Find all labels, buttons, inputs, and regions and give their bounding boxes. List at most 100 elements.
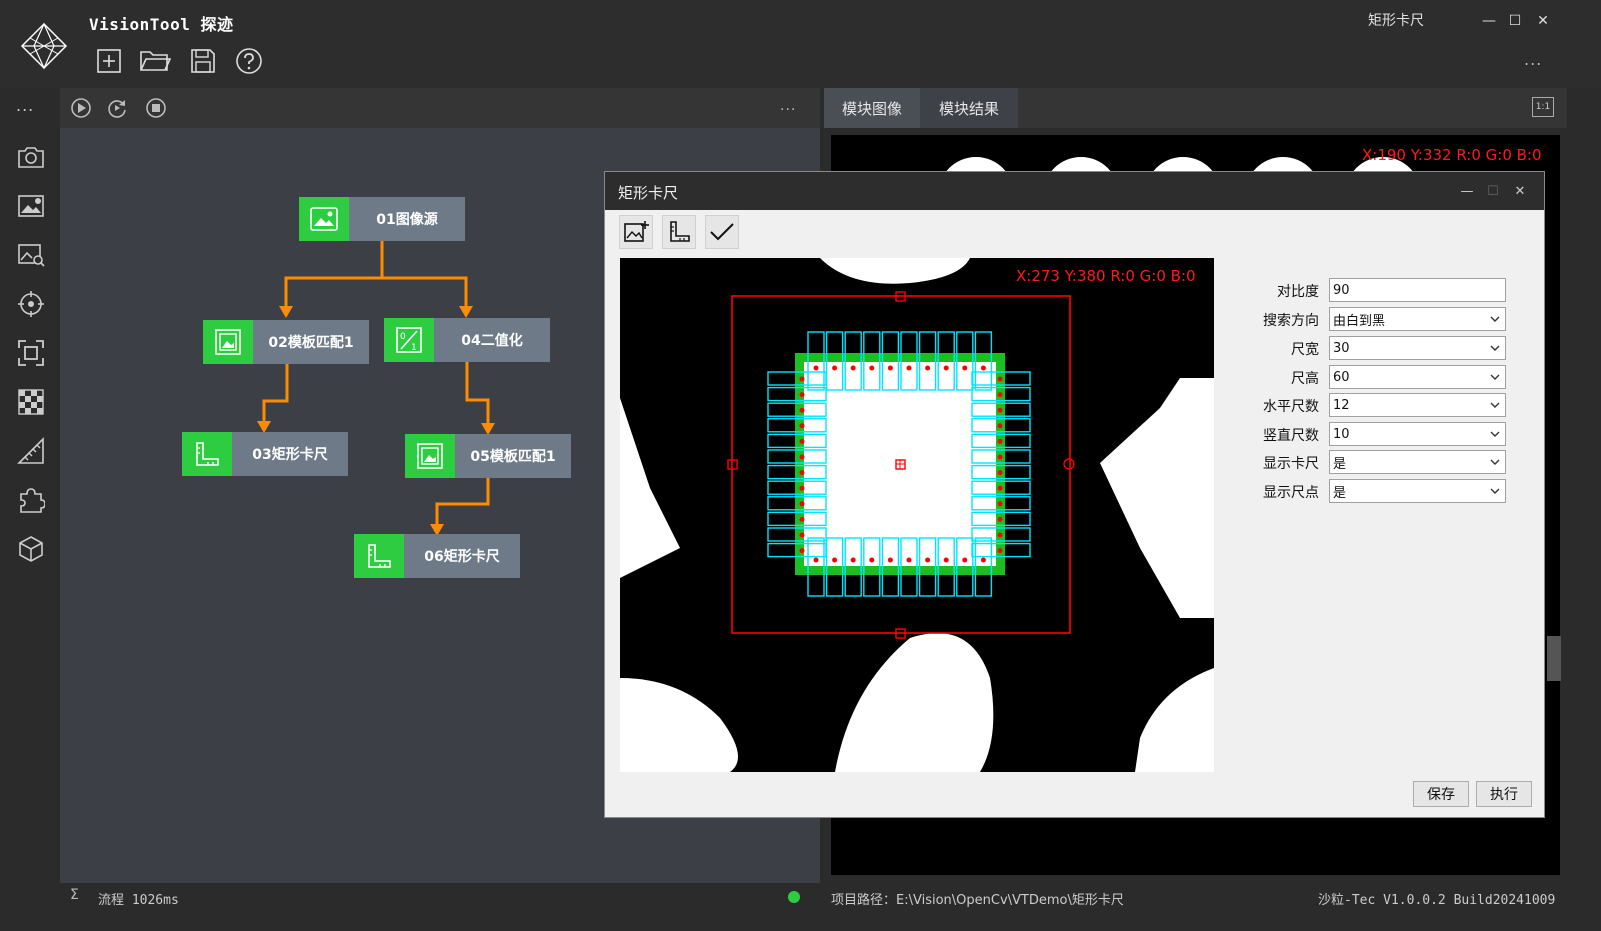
caliper-point xyxy=(943,365,949,371)
rect-caliper-dialog: 矩形卡尺 — ☐ ✕ X:273 Y:380 R:0 G:0 B:0 对比度 9… xyxy=(604,171,1545,818)
chevron-down-icon xyxy=(1490,402,1500,408)
right-pixel-readout: X:190 Y:332 R:0 G:0 B:0 xyxy=(1362,146,1542,164)
chevron-down-icon xyxy=(1490,316,1500,322)
prop-label: 对比度 xyxy=(1277,284,1319,300)
minimize-button[interactable]: — xyxy=(1476,9,1502,33)
caliper-point xyxy=(799,470,805,476)
caliper-point xyxy=(799,516,805,522)
prop-select[interactable]: 是 xyxy=(1329,450,1506,474)
image-edit-icon[interactable] xyxy=(14,189,48,223)
checker-icon[interactable] xyxy=(14,385,48,419)
prop-select[interactable]: 是 xyxy=(1329,479,1506,503)
measure-icon[interactable] xyxy=(14,434,48,468)
more-menu-button[interactable]: ... xyxy=(1524,50,1542,69)
version-label: 沙粒-Tec V1.0.0.2 Build20241009 xyxy=(1318,893,1556,908)
prop-select[interactable]: 12 xyxy=(1329,393,1506,417)
ruler-icon[interactable] xyxy=(662,215,696,249)
image-search-icon[interactable] xyxy=(14,238,48,272)
zoom-1to1-button[interactable]: 1:1 xyxy=(1532,97,1554,117)
flow-node-01[interactable]: 01图像源 xyxy=(299,197,465,241)
run-once-icon[interactable] xyxy=(69,96,93,120)
flow-node-label: 06矩形卡尺 xyxy=(404,534,520,578)
caliper-point xyxy=(980,365,986,371)
prop-label: 显示卡尺 xyxy=(1263,456,1319,472)
caliper-point xyxy=(799,423,805,429)
new-file-icon[interactable] xyxy=(92,44,126,78)
flow-more-button[interactable]: ... xyxy=(780,98,796,114)
prop-value: 是 xyxy=(1333,485,1347,501)
prop-select[interactable]: 60 xyxy=(1329,365,1506,389)
chevron-down-icon xyxy=(1490,345,1500,351)
caliper-point xyxy=(799,438,805,444)
save-button[interactable]: 保存 xyxy=(1413,781,1469,807)
app-window: VisionTool 探迹 矩形卡尺 — ☐ ✕ ... ... ... 01图… xyxy=(0,0,1601,931)
window-title: 矩形卡尺 xyxy=(1368,13,1424,29)
image-icon xyxy=(299,197,349,241)
caliper-point xyxy=(925,557,931,563)
flow-node-02[interactable]: 02模板匹配1 xyxy=(203,320,369,364)
flow-node-06[interactable]: 06矩形卡尺 xyxy=(354,534,520,578)
flow-node-03[interactable]: 03矩形卡尺 xyxy=(182,432,348,476)
prop-select[interactable]: 由白到黑 xyxy=(1329,307,1506,331)
ruler-icon xyxy=(182,432,232,476)
camera-icon[interactable] xyxy=(14,140,48,174)
prop-select[interactable]: 30 xyxy=(1329,336,1506,360)
caliper-point xyxy=(997,392,1003,398)
target-icon[interactable] xyxy=(14,287,48,321)
prop-select[interactable]: 10 xyxy=(1329,422,1506,446)
template-icon xyxy=(405,434,455,478)
nav-more-button[interactable]: ... xyxy=(16,96,34,115)
tab-module-image[interactable]: 模块图像 xyxy=(824,88,920,128)
prop-label: 尺宽 xyxy=(1291,342,1319,358)
caliper-point xyxy=(980,557,986,563)
caliper-overlay xyxy=(620,258,1214,772)
caliper-point xyxy=(997,438,1003,444)
maximize-button[interactable]: ☐ xyxy=(1502,9,1528,33)
prop-value: 10 xyxy=(1333,426,1350,442)
sigma-icon: Σ xyxy=(70,887,79,903)
scrollbar-thumb[interactable] xyxy=(1547,636,1561,681)
chevron-down-icon xyxy=(1490,459,1500,465)
save-icon[interactable] xyxy=(186,44,220,78)
focus-icon[interactable] xyxy=(14,336,48,370)
plugin-icon[interactable] xyxy=(14,483,48,517)
flow-node-05[interactable]: 05模板匹配1 xyxy=(405,434,571,478)
run-loop-icon[interactable] xyxy=(105,96,129,120)
dialog-maximize-button[interactable]: ☐ xyxy=(1481,180,1505,202)
check-icon[interactable] xyxy=(705,215,739,249)
caliper-point xyxy=(799,392,805,398)
app-logo-icon xyxy=(18,22,70,70)
dialog-minimize-button[interactable]: — xyxy=(1455,180,1479,202)
prop-label: 竖直尺数 xyxy=(1263,428,1319,444)
flow-time: 流程 1026ms xyxy=(98,893,179,908)
add-image-icon[interactable] xyxy=(619,215,653,249)
cube-icon[interactable] xyxy=(14,532,48,566)
dialog-title: 矩形卡尺 xyxy=(618,184,679,202)
contrast-input[interactable]: 90 xyxy=(1329,278,1506,302)
tab-module-result[interactable]: 模块结果 xyxy=(920,88,1018,128)
caliper-point xyxy=(906,557,912,563)
dialog-title-bar xyxy=(605,172,1544,210)
caliper-point xyxy=(813,557,819,563)
dialog-close-button[interactable]: ✕ xyxy=(1508,180,1532,202)
stop-icon[interactable] xyxy=(144,96,168,120)
run-button[interactable]: 执行 xyxy=(1476,781,1532,807)
caliper-point xyxy=(887,365,893,371)
caliper-point xyxy=(799,454,805,460)
tab-strip xyxy=(1018,88,1567,128)
binary-icon: 01 xyxy=(384,318,434,362)
caliper-image-view[interactable] xyxy=(620,258,1214,772)
caliper-point xyxy=(799,501,805,507)
open-folder-icon[interactable] xyxy=(138,44,172,78)
flow-node-label: 04二值化 xyxy=(434,318,550,362)
caliper-point xyxy=(869,557,875,563)
caliper-point xyxy=(906,365,912,371)
help-icon[interactable] xyxy=(232,44,266,78)
flow-node-label: 05模板匹配1 xyxy=(455,434,571,478)
caliper-point xyxy=(813,365,819,371)
flow-node-04[interactable]: 01 04二值化 xyxy=(384,318,550,362)
caliper-point xyxy=(997,532,1003,538)
close-button[interactable]: ✕ xyxy=(1530,9,1556,33)
prop-value: 60 xyxy=(1333,369,1350,385)
prop-value: 由白到黑 xyxy=(1333,313,1386,329)
